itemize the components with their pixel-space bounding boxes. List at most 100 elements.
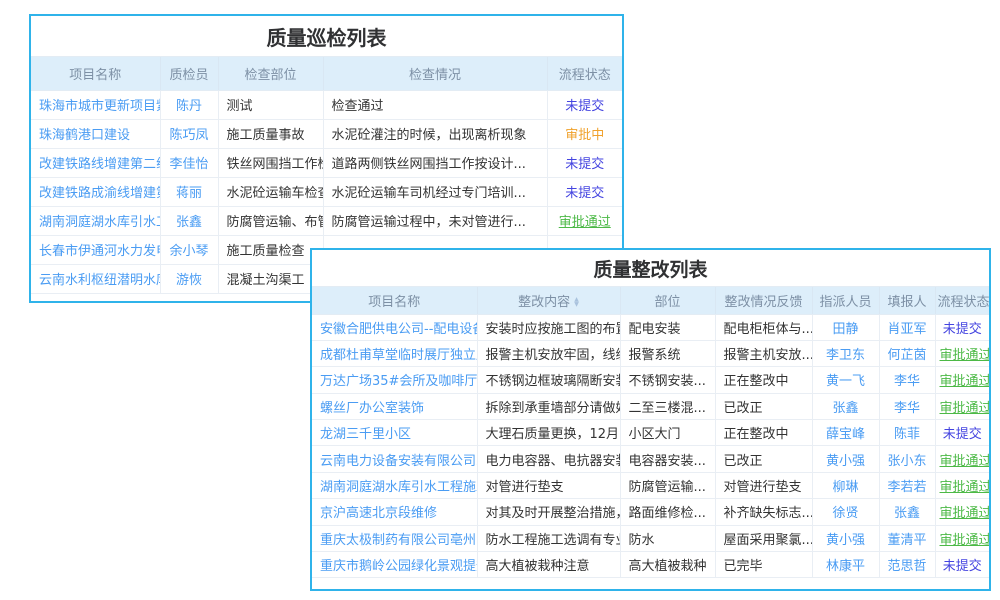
assignee-link[interactable]: 徐贤 [812,499,879,525]
flow-status-cell[interactable]: 审批通过 [547,206,622,235]
feedback-cell: 已改正 [715,393,812,419]
project-name-link[interactable]: 万达广场35#会所及咖啡厅空... [312,367,477,393]
inspector-link[interactable]: 张鑫 [160,206,218,235]
inspection-list-title: 质量巡检列表 [31,16,622,57]
inspector-link[interactable]: 李佳怡 [160,148,218,177]
feedback-cell: 配电柜柜体与... [715,314,812,340]
rectification-header-row: 项目名称 整改内容▲▼ 部位 整改情况反馈 指派人员 填报人 流程状态 [312,287,989,314]
filler-link[interactable]: 何芷茵 [879,340,935,366]
assignee-link[interactable]: 张鑫 [812,393,879,419]
inspector-link[interactable]: 陈巧凤 [160,119,218,148]
feedback-cell: 对管进行垫支 [715,472,812,498]
rectify-content-cell: 不锈钢边框玻璃隔断安装不牢... [477,367,620,393]
assignee-link[interactable]: 黄一飞 [812,367,879,393]
rectify-content-cell: 安装时应按施工图的布置，将... [477,314,620,340]
project-name-link[interactable]: 云南水利枢纽潜明水库... [31,264,160,293]
col-header-rectify-content[interactable]: 整改内容▲▼ [477,287,620,314]
project-name-link[interactable]: 湖南洞庭湖水库引水工程施工标 [312,472,477,498]
inspector-link[interactable]: 余小琴 [160,235,218,264]
table-row: 安徽合肥供电公司--配电设备...安装时应按施工图的布置，将...配电安装配电柜… [312,314,989,340]
part-cell: 小区大门 [620,420,715,446]
feedback-cell: 正在整改中 [715,367,812,393]
filler-link[interactable]: 范思哲 [879,552,935,578]
flow-status-cell[interactable]: 审批通过 [935,367,989,393]
flow-status-cell: 审批中 [547,119,622,148]
flow-status-cell[interactable]: 审批通过 [935,472,989,498]
part-cell: 电容器安装... [620,446,715,472]
rectify-content-cell: 防水工程施工选调有专业资质... [477,525,620,551]
part-cell: 路面维修检... [620,499,715,525]
project-name-link[interactable]: 重庆太极制药有限公司亳州中... [312,525,477,551]
filler-link[interactable]: 陈菲 [879,420,935,446]
assignee-link[interactable]: 柳琳 [812,472,879,498]
project-name-link[interactable]: 改建铁路成渝线增建第... [31,177,160,206]
filler-link[interactable]: 李华 [879,367,935,393]
col-header-project-name: 项目名称 [31,57,160,90]
project-name-link[interactable]: 安徽合肥供电公司--配电设备... [312,314,477,340]
inspection-part-cell: 防腐管运输、布管 [218,206,323,235]
rectification-list-card: 质量整改列表 项目名称 整改内容▲▼ 部位 整改情况反馈 指派人员 填报人 流程… [310,248,991,591]
project-name-link[interactable]: 改建铁路线增建第二线... [31,148,160,177]
filler-link[interactable]: 张鑫 [879,499,935,525]
table-row: 改建铁路成渝线增建第...蒋丽水泥砼运输车检查水泥砼运输车司机经过专门培训...… [31,177,622,206]
assignee-link[interactable]: 黄小强 [812,525,879,551]
inspection-part-cell: 施工质量检查 [218,235,323,264]
col-header-feedback: 整改情况反馈 [715,287,812,314]
table-row: 珠海鹤港口建设陈巧凤施工质量事故水泥砼灌注的时候，出现离析现象审批中 [31,119,622,148]
inspection-part-cell: 水泥砼运输车检查 [218,177,323,206]
assignee-link[interactable]: 薛宝峰 [812,420,879,446]
project-name-link[interactable]: 湖南洞庭湖水库引水工... [31,206,160,235]
project-name-link[interactable]: 云南电力设备安装有限公司20... [312,446,477,472]
project-name-link[interactable]: 龙湖三千里小区 [312,420,477,446]
inspector-link[interactable]: 陈丹 [160,90,218,119]
inspection-part-cell: 施工质量事故 [218,119,323,148]
project-name-link[interactable]: 京沪高速北京段维修 [312,499,477,525]
part-cell: 二至三楼混... [620,393,715,419]
col-header-inspector: 质检员 [160,57,218,90]
table-row: 珠海市城市更新项目紫...陈丹测试检查通过未提交 [31,90,622,119]
assignee-link[interactable]: 黄小强 [812,446,879,472]
project-name-link[interactable]: 长春市伊通河水力发电... [31,235,160,264]
filler-link[interactable]: 张小东 [879,446,935,472]
flow-status-cell[interactable]: 审批通过 [935,525,989,551]
flow-status-cell[interactable]: 审批通过 [935,499,989,525]
filler-link[interactable]: 李若若 [879,472,935,498]
rectify-content-cell: 高大植被栽种注意 [477,552,620,578]
flow-status-cell: 未提交 [547,148,622,177]
inspection-situation-cell: 道路两侧铁丝网围挡工作按设计... [323,148,547,177]
project-name-link[interactable]: 珠海市城市更新项目紫... [31,90,160,119]
sort-icon[interactable]: ▲▼ [574,297,579,307]
inspection-situation-cell: 水泥砼运输车司机经过专门培训... [323,177,547,206]
flow-status-cell[interactable]: 审批通过 [935,340,989,366]
project-name-link[interactable]: 螺丝厂办公室装饰 [312,393,477,419]
filler-link[interactable]: 肖亚军 [879,314,935,340]
project-name-link[interactable]: 成都杜甫草堂临时展厅独立展... [312,340,477,366]
table-row: 改建铁路线增建第二线...李佳怡铁丝网围挡工作检查道路两侧铁丝网围挡工作按设计.… [31,148,622,177]
assignee-link[interactable]: 林康平 [812,552,879,578]
inspector-link[interactable]: 游恢 [160,264,218,293]
part-cell: 不锈钢安装... [620,367,715,393]
flow-status-cell[interactable]: 审批通过 [935,446,989,472]
flow-status-cell: 未提交 [547,90,622,119]
assignee-link[interactable]: 李卫东 [812,340,879,366]
rectify-content-cell: 大理石质量更换，12月31日之... [477,420,620,446]
table-row: 云南电力设备安装有限公司20...电力电容器、电抗器安装方案,...电容器安装.… [312,446,989,472]
rectify-content-cell: 电力电容器、电抗器安装方案,... [477,446,620,472]
flow-status-cell[interactable]: 审批通过 [935,393,989,419]
rectify-content-cell: 拆除到承重墙部分请做好加固... [477,393,620,419]
col-header-flow-status: 流程状态 [935,287,989,314]
assignee-link[interactable]: 田静 [812,314,879,340]
flow-status-cell: 未提交 [935,552,989,578]
flow-status-cell: 未提交 [935,420,989,446]
table-row: 万达广场35#会所及咖啡厅空...不锈钢边框玻璃隔断安装不牢...不锈钢安装..… [312,367,989,393]
part-cell: 高大植被栽种 [620,552,715,578]
project-name-link[interactable]: 重庆市鹅岭公园绿化景观提升... [312,552,477,578]
filler-link[interactable]: 董清平 [879,525,935,551]
inspector-link[interactable]: 蒋丽 [160,177,218,206]
feedback-cell: 报警主机安放... [715,340,812,366]
table-row: 龙湖三千里小区大理石质量更换，12月31日之...小区大门正在整改中薛宝峰陈菲未… [312,420,989,446]
filler-link[interactable]: 李华 [879,393,935,419]
table-row: 湖南洞庭湖水库引水工...张鑫防腐管运输、布管防腐管运输过程中，未对管进行...… [31,206,622,235]
project-name-link[interactable]: 珠海鹤港口建设 [31,119,160,148]
table-row: 重庆市鹅岭公园绿化景观提升...高大植被栽种注意高大植被栽种已完毕林康平范思哲未… [312,552,989,578]
